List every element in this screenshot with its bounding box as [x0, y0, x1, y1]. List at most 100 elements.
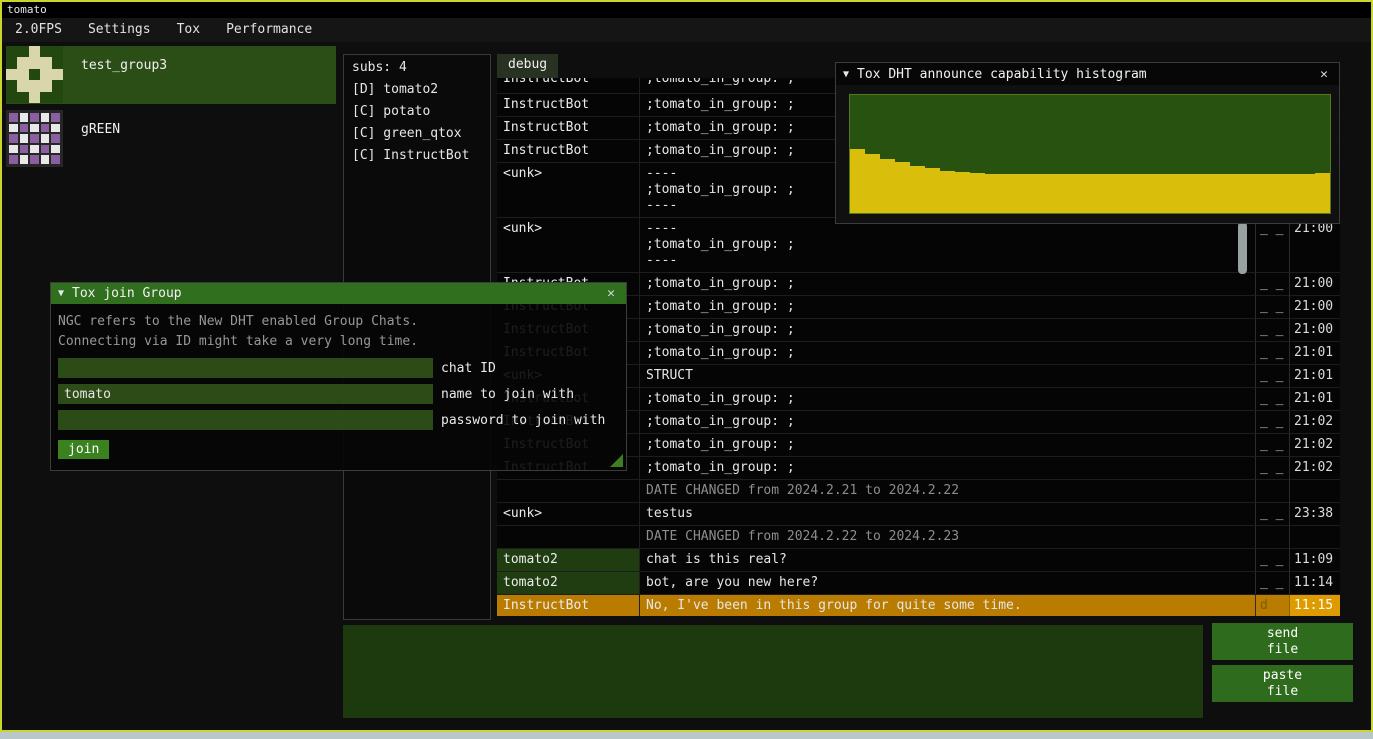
group-item-test_group3[interactable]: test_group3 — [6, 46, 336, 104]
join-group-body: NGC refers to the New DHT enabled Group … — [51, 304, 626, 470]
message-text: DATE CHANGED from 2024.2.22 to 2024.2.23 — [639, 526, 1255, 549]
group-avatar — [6, 110, 63, 167]
close-icon[interactable]: ✕ — [603, 286, 619, 301]
histogram-bar — [1255, 174, 1270, 213]
join-fields: chat IDname to join withpassword to join… — [58, 358, 619, 430]
close-icon[interactable]: ✕ — [1316, 67, 1332, 82]
group-item-gREEN[interactable]: gREEN — [6, 110, 336, 168]
message-time — [1289, 480, 1340, 503]
join-group-window: ▼ Tox join Group ✕ NGC refers to the New… — [50, 282, 627, 471]
message-flags: d — [1255, 595, 1289, 616]
join-field-row: name to join with — [58, 384, 619, 404]
menu-item-tox[interactable]: Tox — [164, 18, 213, 42]
histogram-bar — [1135, 174, 1150, 213]
menu-item-20fps: 2.0FPS — [2, 18, 75, 42]
message-flags: _ _ — [1255, 319, 1289, 342]
histogram-titlebar: ▼ Tox DHT announce capability histogram … — [836, 63, 1339, 85]
message-flags: _ _ — [1255, 388, 1289, 411]
histogram-title: Tox DHT announce capability histogram — [857, 67, 1308, 82]
message-text: No, I've been in this group for quite so… — [639, 595, 1255, 616]
members-list: [D] tomato2[C] potato[C] green_qtox[C] I… — [344, 79, 490, 167]
histogram-plot[interactable] — [849, 94, 1331, 214]
tab-debug[interactable]: debug — [497, 54, 558, 78]
message-flags: _ _ — [1255, 342, 1289, 365]
histogram-bar — [925, 168, 940, 213]
app-window: tomato 2.0FPSSettingsToxPerformance test… — [0, 0, 1373, 732]
message-time: 21:00 — [1289, 296, 1340, 319]
member-item-green_qtox[interactable]: [C] green_qtox — [344, 123, 490, 145]
menu-item-performance[interactable]: Performance — [213, 18, 325, 42]
join-input-name-to-join-with[interactable] — [58, 384, 433, 404]
histogram-bar — [985, 174, 1000, 213]
message-flags: _ _ — [1255, 572, 1289, 595]
message-text: STRUCT — [639, 365, 1255, 388]
histogram-bar — [1195, 174, 1210, 213]
histogram-bar — [1105, 174, 1120, 213]
message-text: ;tomato_in_group: ; — [639, 434, 1255, 457]
message-flags: _ _ — [1255, 411, 1289, 434]
message-input[interactable] — [343, 625, 1203, 718]
message-flags: _ _ — [1255, 549, 1289, 572]
collapse-icon[interactable]: ▼ — [58, 288, 64, 299]
histogram-bar — [895, 162, 910, 213]
group-name: gREEN — [63, 110, 120, 137]
paste-file-button[interactable]: paste file — [1212, 665, 1353, 702]
message-text: ;tomato_in_group: ; — [639, 342, 1255, 365]
histogram-bar — [970, 173, 985, 213]
sender-name: <unk> — [497, 503, 639, 526]
histogram-bar — [1015, 174, 1030, 213]
histogram-bar — [1210, 174, 1225, 213]
histogram-window: ▼ Tox DHT announce capability histogram … — [835, 62, 1340, 224]
join-input-chat-id[interactable] — [58, 358, 433, 378]
histogram-bar — [1000, 174, 1015, 213]
join-group-titlebar: ▼ Tox join Group ✕ — [51, 283, 626, 304]
join-button[interactable]: join — [58, 440, 109, 459]
sender-name: InstructBot — [497, 94, 639, 117]
sender-name: InstructBot — [497, 595, 639, 616]
member-item-tomato2[interactable]: [D] tomato2 — [344, 79, 490, 101]
message-text: ;tomato_in_group: ; — [639, 296, 1255, 319]
member-item-InstructBot[interactable]: [C] InstructBot — [344, 145, 490, 167]
message-flags: _ _ — [1255, 503, 1289, 526]
message-text: ;tomato_in_group: ; — [639, 457, 1255, 480]
join-input-password-to-join-with[interactable] — [58, 410, 433, 430]
message-text: ---- ;tomato_in_group: ; ---- — [639, 218, 1255, 273]
sender-name: InstructBot — [497, 140, 639, 163]
message-flags: _ _ — [1255, 365, 1289, 388]
message-time: 21:00 — [1289, 218, 1340, 273]
message-flags — [1255, 526, 1289, 549]
chat-row[interactable]: <unk>---- ;tomato_in_group: ; ----_ _21:… — [497, 218, 1340, 273]
date-separator-row[interactable]: DATE CHANGED from 2024.2.22 to 2024.2.23 — [497, 526, 1340, 549]
date-separator-row[interactable]: DATE CHANGED from 2024.2.21 to 2024.2.22 — [497, 480, 1340, 503]
histogram-bar — [1240, 174, 1255, 213]
message-time: 21:01 — [1289, 388, 1340, 411]
sender-name — [497, 480, 639, 503]
chat-scrollbar-thumb[interactable] — [1238, 222, 1247, 274]
histogram-bar — [1165, 174, 1180, 213]
message-time: 21:02 — [1289, 434, 1340, 457]
sender-name: tomato2 — [497, 572, 639, 595]
chat-row[interactable]: tomato2bot, are you new here?_ _11:14 — [497, 572, 1340, 595]
chat-row[interactable]: tomato2chat is this real?_ _11:09 — [497, 549, 1340, 572]
message-time: 11:15 — [1289, 595, 1340, 616]
chat-row[interactable]: <unk>testus_ _23:38 — [497, 503, 1340, 526]
group-avatar — [6, 46, 63, 103]
menu-item-settings[interactable]: Settings — [75, 18, 164, 42]
message-time: 21:02 — [1289, 411, 1340, 434]
histogram-bar — [1285, 174, 1300, 213]
sender-name: <unk> — [497, 163, 639, 218]
histogram-bar — [1090, 174, 1105, 213]
collapse-icon[interactable]: ▼ — [843, 69, 849, 80]
histogram-bar — [1060, 174, 1075, 213]
join-group-title: Tox join Group — [72, 286, 595, 301]
sender-name: InstructBot — [497, 117, 639, 140]
histogram-bar — [1300, 174, 1315, 213]
resize-grip-icon[interactable] — [610, 454, 623, 467]
join-field-label: password to join with — [441, 413, 605, 428]
message-text: DATE CHANGED from 2024.2.21 to 2024.2.22 — [639, 480, 1255, 503]
member-item-potato[interactable]: [C] potato — [344, 101, 490, 123]
chat-row[interactable]: InstructBotNo, I've been in this group f… — [497, 595, 1340, 616]
message-flags: _ _ — [1255, 296, 1289, 319]
send-file-button[interactable]: send file — [1212, 623, 1353, 660]
message-text: testus — [639, 503, 1255, 526]
